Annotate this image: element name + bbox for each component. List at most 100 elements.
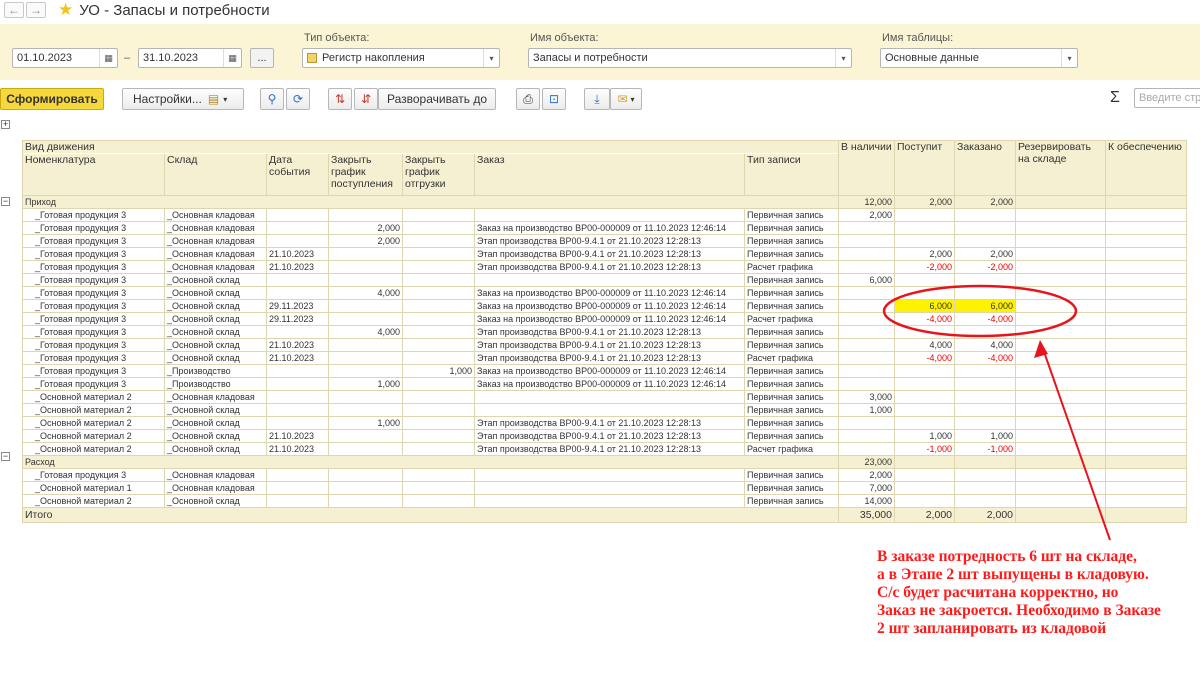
table-cell: 21.10.2023 — [266, 338, 329, 352]
table-cell: _Готовая продукция 3 — [22, 247, 165, 261]
period-select-button[interactable]: ... — [250, 48, 274, 68]
table-cell — [328, 208, 403, 222]
chevron-down-icon[interactable]: ▾ — [835, 49, 851, 67]
date-from-field[interactable]: 01.10.2023 ▦ — [12, 48, 118, 68]
table-row[interactable]: _Готовая продукция 3 _Основной склад 4,000… — [22, 325, 1187, 339]
sort-ascending-icon: ⇅ — [334, 92, 346, 106]
table-cell: _Готовая продукция 3 — [22, 234, 165, 248]
object-type-label: Тип объекта: — [304, 32, 370, 44]
sum-icon[interactable]: Σ — [1110, 89, 1120, 107]
table-row[interactable]: _Готовая продукция 3 _Основная кладовая 2,… — [22, 234, 1187, 248]
table-cell — [894, 286, 955, 300]
chevron-down-icon[interactable]: ▾ — [1061, 49, 1077, 67]
table-row[interactable]: _Готовая продукция 3 _Основная кладовая 21… — [22, 260, 1187, 274]
table-row[interactable]: _Основной материал 2 _Основной склад 21.10… — [22, 429, 1187, 443]
date-to-field[interactable]: 31.10.2023 ▦ — [138, 48, 242, 68]
chevron-down-icon[interactable]: ▾ — [483, 49, 499, 67]
table-row[interactable]: _Готовая продукция 3 _Производство 1,000 За… — [22, 377, 1187, 391]
sort-asc-button[interactable]: ⇅ — [328, 88, 352, 110]
table-row[interactable]: _Готовая продукция 3 _Основная кладовая 2,… — [22, 221, 1187, 235]
preview-button[interactable]: ⊡ — [542, 88, 566, 110]
table-row[interactable]: _Готовая продукция 3 _Производство 1,000 За… — [22, 364, 1187, 378]
date-to-value: 31.10.2023 — [143, 52, 199, 64]
table-row[interactable]: _Основной материал 2 _Основная кладовая Пе… — [22, 390, 1187, 404]
table-cell — [402, 442, 475, 456]
settings-button[interactable]: Настройки... ▤ ▾ — [122, 88, 244, 110]
generate-button[interactable]: Сформировать — [0, 88, 104, 110]
table-cell: Первичная запись — [744, 221, 839, 235]
table-row[interactable]: _Готовая продукция 3 _Основной склад 4,000… — [22, 286, 1187, 300]
table-cell — [954, 416, 1016, 430]
favorite-star-icon[interactable]: ★ — [58, 1, 73, 18]
table-cell — [1015, 494, 1106, 508]
table-cell — [1015, 273, 1106, 287]
group-total-cell — [894, 455, 955, 469]
object-name-select[interactable]: Запасы и потребности ▾ — [528, 48, 852, 68]
table-cell: _Готовая продукция 3 — [22, 273, 165, 287]
table-cell: 21.10.2023 — [266, 260, 329, 274]
total-cell: 35,000 — [838, 507, 895, 523]
col-header: Поступит — [894, 140, 955, 196]
table-row[interactable]: _Готовая продукция 3 _Основной склад 29.11… — [22, 299, 1187, 313]
table-cell — [1015, 468, 1106, 482]
table-cell — [894, 468, 955, 482]
table-cell — [1015, 403, 1106, 417]
table-cell — [328, 390, 403, 404]
collapse-group-icon[interactable]: − — [1, 197, 10, 206]
table-row[interactable]: _Основной материал 1 _Основная кладовая Пе… — [22, 481, 1187, 495]
table-cell: Этап производства ВР00-9.4.1 от 21.10.20… — [474, 416, 745, 430]
calendar-icon[interactable]: ▦ — [223, 49, 241, 67]
table-cell — [1105, 312, 1187, 326]
table-cell: Первичная запись — [744, 208, 839, 222]
table-cell: _Основной склад — [164, 286, 267, 300]
table-cell — [838, 416, 895, 430]
table-row[interactable]: _Готовая продукция 3 _Основная кладовая 21… — [22, 247, 1187, 261]
back-button[interactable]: ← — [4, 2, 24, 18]
table-row[interactable]: _Готовая продукция 3 _Основная кладовая Пе… — [22, 468, 1187, 482]
table-row[interactable]: _Готовая продукция 3 _Основная кладовая Пе… — [22, 208, 1187, 222]
table-row[interactable]: _Основной материал 2 _Основной склад 1,000… — [22, 416, 1187, 430]
calendar-icon[interactable]: ▦ — [99, 49, 117, 67]
table-cell — [402, 273, 475, 287]
table-cell: _Основной склад — [164, 338, 267, 352]
printer-icon: ⎙ — [523, 91, 533, 106]
search-input[interactable]: Введите стр — [1134, 88, 1200, 108]
table-row[interactable]: _Готовая продукция 3 _Основной склад Перви… — [22, 273, 1187, 287]
table-cell — [838, 312, 895, 326]
table-row[interactable]: _Основной материал 2 _Основной склад Перви… — [22, 403, 1187, 417]
table-name-select[interactable]: Основные данные ▾ — [880, 48, 1078, 68]
table-cell — [328, 481, 403, 495]
send-mail-button[interactable]: ✉ ▾ — [610, 88, 642, 110]
expand-all-icon[interactable]: + — [1, 120, 10, 129]
table-row[interactable]: _Готовая продукция 3 _Основной склад 21.10… — [22, 351, 1187, 365]
search-next-icon: ⟳ — [292, 92, 304, 106]
forward-button[interactable]: → — [26, 2, 46, 18]
collapse-group-icon[interactable]: − — [1, 452, 10, 461]
table-cell: Первичная запись — [744, 403, 839, 417]
print-button[interactable]: ⎙ — [516, 88, 540, 110]
table-cell — [1015, 442, 1106, 456]
find-next-button[interactable]: ⟳ — [286, 88, 310, 110]
table-row[interactable]: _Основной материал 2 _Основной склад 21.10… — [22, 442, 1187, 456]
table-cell — [954, 481, 1016, 495]
table-cell — [838, 364, 895, 378]
table-cell — [1015, 377, 1106, 391]
sort-desc-button[interactable]: ⇵ — [354, 88, 378, 110]
table-cell: 4,000 — [328, 325, 403, 339]
table-cell — [328, 260, 403, 274]
object-type-select[interactable]: Регистр накопления ▾ — [302, 48, 500, 68]
save-button[interactable]: ⤓ — [584, 88, 610, 110]
table-row[interactable]: _Готовая продукция 3 _Основной склад 29.11… — [22, 312, 1187, 326]
table-cell: Заказ на производство ВР00-000009 от 11.… — [474, 364, 745, 378]
table-cell: 1,000 — [838, 403, 895, 417]
expand-to-button[interactable]: Разворачивать до — [378, 88, 496, 110]
table-cell: _Готовая продукция 3 — [22, 351, 165, 365]
table-cell: _Основная кладовая — [164, 260, 267, 274]
table-row[interactable]: _Готовая продукция 3 _Основной склад 21.10… — [22, 338, 1187, 352]
table-cell — [402, 351, 475, 365]
table-cell — [1105, 247, 1187, 261]
table-cell — [1105, 390, 1187, 404]
table-cell — [838, 429, 895, 443]
find-button[interactable]: ⚲ — [260, 88, 284, 110]
table-row[interactable]: _Основной материал 2 _Основной склад Перви… — [22, 494, 1187, 508]
